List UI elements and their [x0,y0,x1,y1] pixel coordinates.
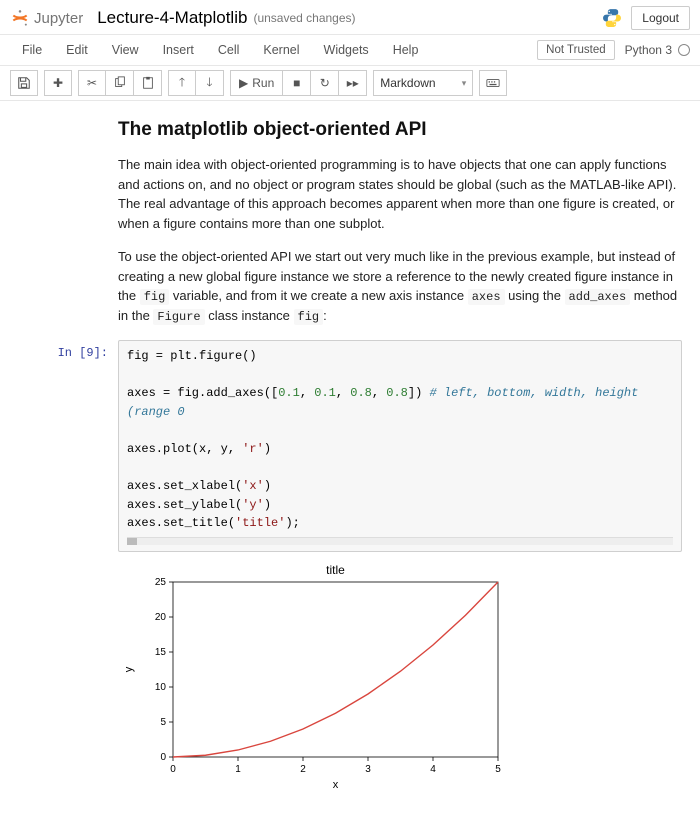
md-paragraph-1: The main idea with object-oriented progr… [118,155,678,233]
move-down-button[interactable]: 🡓 [196,70,224,96]
menu-help[interactable]: Help [381,37,431,63]
svg-text:25: 25 [155,577,167,588]
md-heading: The matplotlib object-oriented API [118,119,678,141]
svg-text:1: 1 [235,764,241,775]
copy-button[interactable] [106,70,134,96]
menu-view[interactable]: View [100,37,151,63]
plus-icon: ✚ [53,76,63,90]
menu-widgets[interactable]: Widgets [312,37,381,63]
cell-type-select[interactable]: Markdown [373,70,473,96]
move-up-button[interactable]: 🡑 [168,70,196,96]
svg-text:4: 4 [430,764,436,775]
code-input-area[interactable]: fig = plt.figure() axes = fig.add_axes([… [118,340,682,552]
save-button[interactable] [10,70,38,96]
scrollbar-thumb[interactable] [127,538,137,545]
scissors-icon: ✂ [87,76,97,90]
trusted-indicator[interactable]: Not Trusted [537,40,614,60]
inline-code: fig [140,289,170,305]
code-line: axes.plot(x, y, 'r') [127,440,673,459]
kernel-indicator: Python 3 [625,43,690,57]
jupyter-logo[interactable]: Jupyter [10,8,83,28]
md-text: : [323,308,327,323]
svg-text:2: 2 [300,764,306,775]
svg-text:5: 5 [160,717,166,728]
stop-icon: ■ [293,76,300,90]
svg-text:20: 20 [155,612,167,623]
inline-code: add_axes [565,289,631,305]
svg-text:5: 5 [495,764,501,775]
svg-text:3: 3 [365,764,371,775]
menu-file[interactable]: File [10,37,54,63]
notebook-title[interactable]: Lecture-4-Matplotlib [97,8,247,28]
restart-button[interactable]: ↻ [311,70,339,96]
svg-text:0: 0 [170,764,176,775]
cell-type-value: Markdown [380,76,435,90]
inline-code: axes [468,289,505,305]
kernel-status-icon [678,44,690,56]
svg-text:0: 0 [160,752,166,763]
code-line: axes.set_xlabel('x') [127,477,673,496]
inline-code: Figure [153,309,204,325]
markdown-cell[interactable]: The matplotlib object-oriented API The m… [118,119,678,326]
horizontal-scrollbar[interactable] [127,537,673,545]
md-text: class instance [205,308,294,323]
jupyter-icon [10,8,30,28]
menu-insert[interactable]: Insert [151,37,206,63]
code-line: axes.set_ylabel('y') [127,496,673,515]
python-icon [601,7,623,29]
interrupt-button[interactable]: ■ [283,70,311,96]
code-blank-line [127,366,673,385]
insert-cell-button[interactable]: ✚ [44,70,72,96]
fast-forward-icon: ▸▸ [347,76,359,90]
md-paragraph-2: To use the object-oriented API we start … [118,247,678,326]
keyboard-icon [486,76,500,90]
svg-text:15: 15 [155,647,167,658]
menubar: File Edit View Insert Cell Kernel Widget… [0,35,700,66]
input-prompt: In [9]: [18,340,118,552]
save-status: (unsaved changes) [253,11,355,25]
run-label: Run [252,76,274,90]
menu-cell[interactable]: Cell [206,37,252,63]
cut-button[interactable]: ✂ [78,70,106,96]
plot-output: title x y 0 1 2 3 4 5 0 5 10 15 20 25 [118,562,682,795]
md-text: using the [505,288,565,303]
restart-run-all-button[interactable]: ▸▸ [339,70,367,96]
logout-button[interactable]: Logout [631,6,690,30]
paste-icon [141,76,155,90]
menu-kernel[interactable]: Kernel [251,37,311,63]
header: Jupyter Lecture-4-Matplotlib (unsaved ch… [0,0,700,35]
paste-button[interactable] [134,70,162,96]
restart-icon: ↻ [320,76,330,90]
notebook-area: The matplotlib object-oriented API The m… [0,101,700,814]
code-line: axes.set_title('title'); [127,514,673,533]
code-blank-line [127,459,673,478]
output-prompt: . [18,562,118,795]
command-palette-button[interactable] [479,70,507,96]
code-cell[interactable]: In [9]: fig = plt.figure() axes = fig.ad… [18,340,682,552]
run-icon: ▶ [239,76,248,90]
code-line: fig = plt.figure() [127,347,673,366]
output-cell: . title x y 0 1 2 3 4 5 0 5 10 15 20 25 [18,562,682,795]
arrow-up-icon: 🡑 [179,73,185,94]
svg-text:x: x [333,779,339,791]
svg-text:title: title [326,563,345,577]
md-text: variable, and from it we create a new ax… [169,288,467,303]
code-line: axes = fig.add_axes([0.1, 0.1, 0.8, 0.8]… [127,384,673,421]
code-blank-line [127,421,673,440]
copy-icon [113,76,127,90]
inline-code: fig [294,309,324,325]
kernel-name: Python 3 [625,43,672,57]
run-button[interactable]: ▶ Run [230,70,283,96]
svg-text:y: y [123,666,135,672]
save-icon [17,76,31,90]
toolbar: ✚ ✂ 🡑 🡓 ▶ Run ■ ↻ ▸▸ Markdown [0,66,700,101]
svg-text:10: 10 [155,682,167,693]
logo-text: Jupyter [34,10,83,27]
menu-edit[interactable]: Edit [54,37,100,63]
matplotlib-figure: title x y 0 1 2 3 4 5 0 5 10 15 20 25 [118,562,518,792]
arrow-down-icon: 🡓 [206,73,212,94]
